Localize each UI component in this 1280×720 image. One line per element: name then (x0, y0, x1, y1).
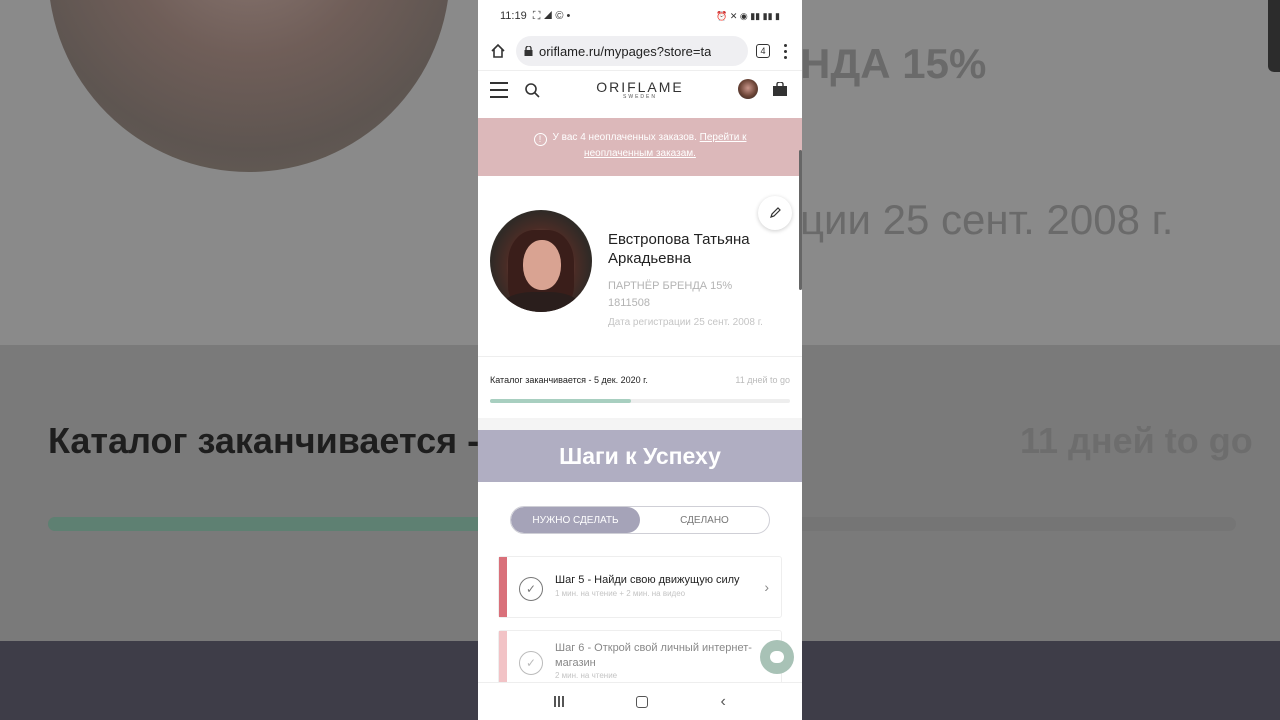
profile-photo (490, 210, 592, 312)
catalog-info: Каталог заканчивается - 5 дек. 2020 г. 1… (478, 356, 802, 418)
more-menu-icon[interactable] (778, 43, 792, 59)
step-card[interactable]: ✓ Шаг 5 - Найди свою движущую силу 1 мин… (498, 556, 782, 618)
catalog-progress-track (490, 399, 790, 403)
bg-scroll-edge (1268, 0, 1280, 72)
profile-id: 1811508 (608, 297, 651, 309)
bg-rank-text: НДА 15% (800, 40, 987, 87)
hamburger-menu-icon[interactable] (490, 81, 508, 98)
bg-days-text: 11 дней to go (1020, 420, 1253, 461)
url-text: oriflame.ru/mypages?store=ta (539, 43, 712, 59)
status-bar: 11:19 ⛶ ◢ © • ⏰ ✕ ◉ ▮▮ ▮▮ ▮ (478, 0, 802, 32)
step-title: Шаг 6 - Открой свой личный интернет-мага… (555, 642, 752, 669)
check-icon: ✓ (519, 577, 543, 601)
phone-screen: 11:19 ⛶ ◢ © • ⏰ ✕ ◉ ▮▮ ▮▮ ▮ oriflame.ru/… (478, 0, 802, 720)
status-icons-right: ⏰ ✕ ◉ ▮▮ ▮▮ ▮ (716, 10, 780, 21)
back-icon[interactable]: ‹ (721, 693, 726, 711)
home-button-icon[interactable] (636, 695, 649, 708)
shopping-bag-icon[interactable] (772, 81, 788, 96)
bg-reg-text: ции 25 сент. 2008 г. (800, 196, 1174, 243)
address-bar[interactable]: oriflame.ru/mypages?store=ta (516, 36, 748, 66)
home-icon[interactable] (488, 41, 508, 61)
tabs-count-button[interactable]: 4 (756, 44, 770, 58)
check-icon: ✓ (519, 651, 543, 675)
chat-bubble-icon (770, 651, 784, 663)
search-icon[interactable] (524, 82, 540, 98)
android-nav-bar: ‹ (478, 682, 802, 720)
pencil-icon (770, 207, 781, 218)
status-icons-left: ⛶ ◢ © • (532, 9, 571, 22)
catalog-progress-fill (490, 399, 631, 403)
bg-progress-fill (48, 517, 488, 531)
section-gap (478, 418, 802, 430)
tab-todo[interactable]: НУЖНО СДЕЛАТЬ (511, 507, 640, 533)
unpaid-orders-alert: ! У вас 4 неоплаченных заказов. Перейти к… (478, 118, 802, 176)
edit-profile-button[interactable] (758, 196, 792, 230)
scrollbar[interactable] (799, 150, 802, 290)
site-header: ORIFLAME SWEDEN (478, 70, 802, 108)
step-card[interactable]: ✓ Шаг 6 - Открой свой личный интернет-ма… (498, 630, 782, 690)
recent-apps-icon[interactable] (554, 696, 565, 707)
info-icon: ! (533, 133, 547, 146)
lock-icon (524, 46, 533, 56)
chevron-right-icon: › (764, 579, 769, 595)
alert-text: У вас 4 неоплаченных заказов. (552, 132, 697, 143)
avatar[interactable] (738, 79, 758, 99)
bg-catalog-text: Каталог заканчивается - (48, 420, 480, 461)
profile-rank-block: ПАРТНЁР БРЕНДА 15% 1811508 (608, 278, 732, 312)
registration-date: Дата регистрации 25 сент. 2008 г. (608, 317, 763, 328)
steps-toggle: НУЖНО СДЕЛАТЬ СДЕЛАНО (510, 506, 770, 534)
profile-name: Евстропова Татьяна Аркадьевна (608, 231, 750, 267)
chat-button[interactable] (760, 640, 794, 674)
catalog-days-left: 11 дней to go (735, 375, 790, 385)
step-meta: 2 мин. на чтение (555, 671, 618, 680)
profile-card: Евстропова Татьяна Аркадьевна ПАРТНЁР БР… (478, 186, 802, 356)
steps-header: Шаги к Успеху (478, 430, 802, 482)
step-accent (499, 631, 507, 689)
status-time: 11:19 (500, 10, 527, 22)
step-meta: 1 мин. на чтение + 2 мин. на видео (555, 589, 686, 598)
catalog-end-label: Каталог заканчивается - 5 дек. 2020 г. (490, 375, 648, 385)
tab-done[interactable]: СДЕЛАНО (640, 507, 769, 533)
browser-toolbar: oriflame.ru/mypages?store=ta 4 (478, 32, 802, 70)
step-accent (499, 557, 507, 617)
step-title: Шаг 5 - Найди свою движущую силу (555, 574, 740, 586)
profile-rank: ПАРТНЁР БРЕНДА 15% (608, 280, 733, 292)
